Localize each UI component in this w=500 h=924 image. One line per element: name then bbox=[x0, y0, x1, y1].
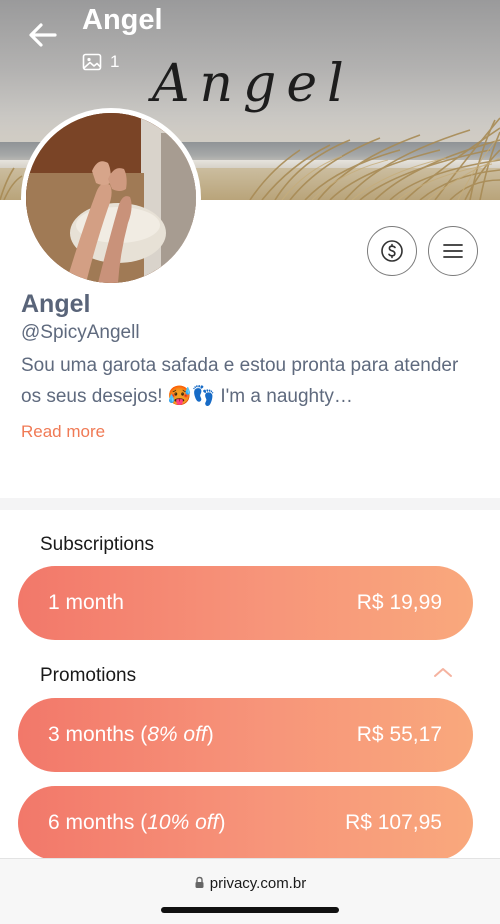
menu-button[interactable] bbox=[428, 226, 478, 276]
tip-button[interactable] bbox=[367, 226, 417, 276]
plan-discount: 8% off bbox=[147, 723, 207, 746]
plan-period-text: 3 months ( bbox=[48, 723, 148, 746]
home-indicator[interactable] bbox=[161, 907, 339, 913]
plan-6-months-button[interactable]: 6 months (10% off) R$ 107,95 bbox=[18, 786, 473, 860]
chevron-up-icon[interactable] bbox=[432, 665, 454, 679]
cover-script-text: Angel bbox=[152, 54, 354, 114]
plan-period: 3 months (8% off) bbox=[48, 723, 214, 747]
plan-discount: 10% off bbox=[147, 811, 219, 834]
plan-period-close: ) bbox=[218, 811, 226, 834]
url-text: privacy.com.br bbox=[209, 875, 307, 892]
section-divider bbox=[0, 498, 500, 510]
browser-url-bar[interactable]: privacy.com.br bbox=[0, 858, 500, 924]
promotions-heading: Promotions bbox=[40, 665, 137, 686]
plan-price: R$ 55,17 bbox=[356, 723, 442, 746]
back-button[interactable] bbox=[26, 18, 60, 52]
display-name: Angel bbox=[21, 290, 91, 318]
plan-period-text: 6 months ( bbox=[48, 811, 148, 834]
read-more-link[interactable]: Read more bbox=[21, 422, 105, 442]
hamburger-icon bbox=[443, 244, 463, 258]
dollar-coin-icon bbox=[381, 240, 403, 262]
username: @SpicyAngell bbox=[21, 322, 140, 343]
plan-price: R$ 19,99 bbox=[356, 591, 442, 614]
bio-text: Sou uma garota safada e estou pronta par… bbox=[21, 355, 459, 407]
plan-price: R$ 107,95 bbox=[345, 811, 442, 834]
lock-icon bbox=[195, 876, 204, 888]
avatar-photo bbox=[26, 113, 196, 283]
arrow-left-icon bbox=[29, 23, 57, 47]
plan-3-months-button[interactable]: 3 months (8% off) R$ 55,17 bbox=[18, 698, 473, 772]
image-icon bbox=[82, 53, 102, 71]
plan-period: 6 months (10% off) bbox=[48, 811, 225, 835]
media-count[interactable]: 1 bbox=[82, 52, 119, 72]
plan-1-month-button[interactable]: 1 month R$ 19,99 bbox=[18, 566, 473, 640]
subscriptions-heading: Subscriptions bbox=[40, 534, 155, 555]
plan-period: 1 month bbox=[48, 591, 124, 614]
url-display[interactable]: privacy.com.br bbox=[0, 875, 500, 892]
avatar[interactable] bbox=[21, 108, 201, 288]
media-count-value: 1 bbox=[110, 52, 120, 71]
plan-period-close: ) bbox=[206, 723, 214, 746]
header-title: Angel bbox=[82, 4, 163, 36]
